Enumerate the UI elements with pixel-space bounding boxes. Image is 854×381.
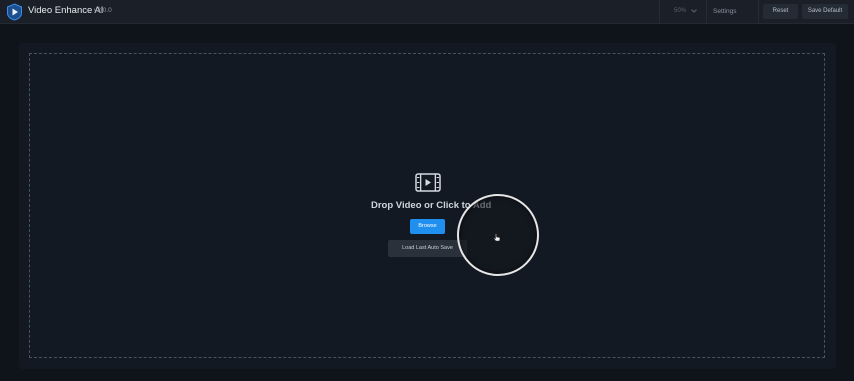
load-autosave-button[interactable]: Load Last Auto Save (388, 240, 467, 257)
settings-button[interactable]: Settings (713, 8, 737, 15)
title-bar: Video Enhance AI v2.0.0 50% Settings Res… (0, 0, 854, 24)
toolbar-divider (706, 0, 707, 23)
app-version: v2.0.0 (94, 7, 112, 14)
hand-pointer-icon (493, 233, 501, 242)
save-default-button[interactable]: Save Default (802, 4, 848, 19)
browse-button[interactable]: Browse (410, 219, 445, 234)
chevron-down-icon[interactable] (690, 8, 698, 14)
toolbar-divider (659, 0, 660, 23)
reset-button[interactable]: Reset (763, 4, 798, 19)
app-window: Video Enhance AI v2.0.0 50% Settings Res… (0, 0, 854, 381)
app-logo-icon (7, 3, 22, 21)
zoom-select[interactable]: 50% (674, 8, 686, 14)
video-file-icon (415, 173, 441, 192)
toolbar-divider (758, 0, 759, 23)
app-title: Video Enhance AI (28, 5, 104, 16)
